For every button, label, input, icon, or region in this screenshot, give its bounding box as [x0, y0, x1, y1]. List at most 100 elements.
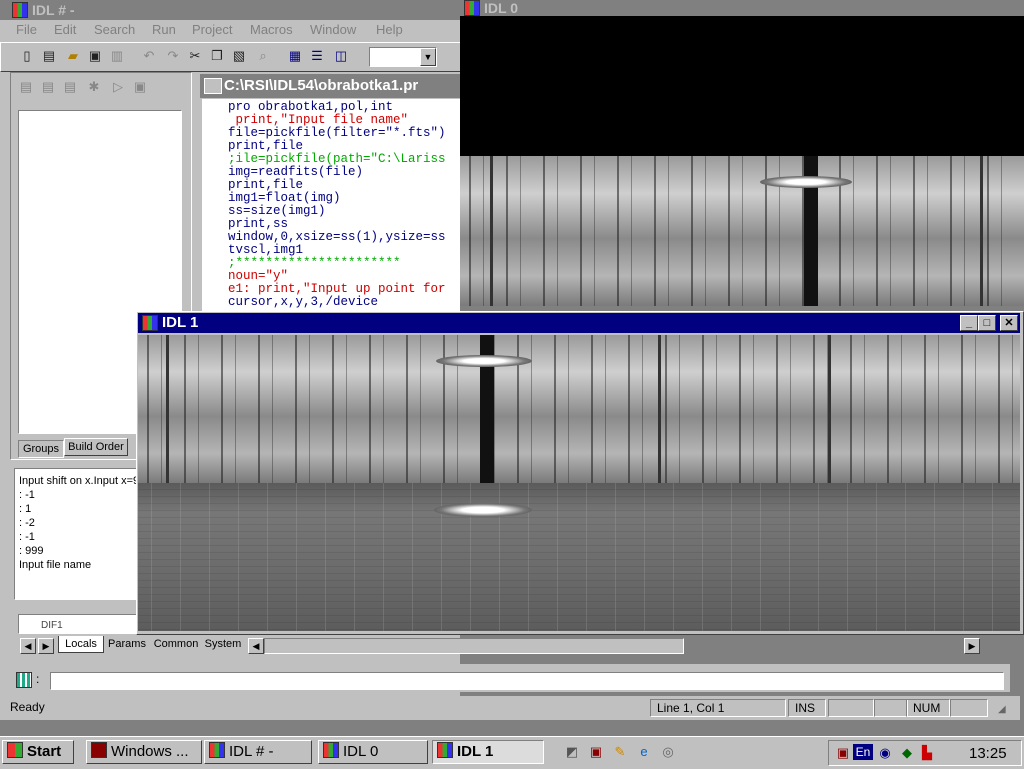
- menu-run[interactable]: Run: [152, 22, 176, 37]
- idl0-spectrum-image[interactable]: [460, 156, 1024, 306]
- toolbar-combo[interactable]: ▼: [369, 47, 437, 67]
- tab-params[interactable]: Params: [104, 636, 150, 652]
- output-log[interactable]: Input shift on x.Input x=9 : -1 : 1 : -2…: [14, 468, 140, 600]
- idl1-upper-spectrum[interactable]: [138, 335, 1020, 483]
- minimize-icon[interactable]: _: [960, 315, 978, 331]
- variable-tab-bar: ◀ ▶ Locals Params Common System ◀ ▶: [18, 636, 1008, 656]
- task-label: Windows ...: [111, 743, 189, 760]
- main-window-title: IDL # -: [32, 2, 75, 18]
- hscroll-thumb[interactable]: [264, 638, 684, 654]
- start-label: Start: [27, 743, 62, 760]
- tile-icon[interactable]: ▦: [287, 48, 303, 64]
- tab-scroll-left-icon[interactable]: ◀: [20, 638, 36, 654]
- tab-system[interactable]: System: [202, 636, 244, 652]
- tray-video-icon[interactable]: ◆: [899, 745, 915, 761]
- find-icon[interactable]: ⌕: [255, 48, 271, 64]
- new-project-icon[interactable]: ▤: [41, 48, 57, 64]
- idl-icon: [323, 742, 339, 758]
- menu-edit[interactable]: Edit: [54, 22, 76, 37]
- chevron-down-icon[interactable]: ▼: [420, 48, 436, 66]
- columns-icon[interactable]: ◫: [333, 48, 349, 64]
- status-ins: INS: [788, 699, 826, 717]
- idl1-window-icon: [142, 315, 158, 331]
- tray-network-icon[interactable]: ◉: [877, 745, 893, 761]
- clock[interactable]: 13:25: [969, 745, 1007, 762]
- show-desktop-icon[interactable]: ◩: [564, 744, 580, 760]
- idl0-window-icon: [464, 0, 480, 16]
- main-toolbar: ▯ ▤ ▰ ▣ ▥ ↶ ↷ ✂ ❐ ▧ ⌕ ▦ ☰ ◫ ▼: [0, 42, 462, 72]
- internet-explorer-icon[interactable]: e: [636, 744, 652, 760]
- hscroll-left-icon[interactable]: ◀: [248, 638, 264, 654]
- close-icon[interactable]: ✕: [1000, 315, 1018, 331]
- language-indicator[interactable]: En: [853, 744, 873, 760]
- menu-file[interactable]: File: [16, 22, 37, 37]
- menu-bar: File Edit Search Run Project Macros Wind…: [0, 20, 460, 40]
- idl0-window-title: IDL 0: [484, 0, 518, 16]
- spectral-line: [658, 335, 661, 483]
- command-input[interactable]: [50, 672, 1004, 690]
- spectral-line: [166, 335, 169, 483]
- tab-common[interactable]: Common: [152, 636, 200, 652]
- floppy-icon: [91, 742, 107, 758]
- task-windows[interactable]: Windows ...: [86, 740, 202, 764]
- tray-antivirus-icon[interactable]: ▙: [919, 745, 935, 761]
- cd-player-icon[interactable]: ◎: [660, 744, 676, 760]
- output-line: : -2: [19, 517, 35, 529]
- maximize-icon[interactable]: □: [978, 315, 996, 331]
- output-line: : -1: [19, 531, 35, 543]
- menu-macros[interactable]: Macros: [250, 22, 293, 37]
- paste-icon[interactable]: ▧: [231, 48, 247, 64]
- editor-title-bar[interactable]: C:\RSI\IDL54\obrabotka1.pr: [200, 74, 460, 98]
- idl-icon: [209, 742, 225, 758]
- task-idl-main[interactable]: IDL # -: [204, 740, 312, 764]
- variable-list[interactable]: DIF1: [18, 614, 140, 634]
- menu-project[interactable]: Project: [192, 22, 232, 37]
- task-idl0[interactable]: IDL 0: [318, 740, 428, 764]
- command-prompt: :: [36, 672, 40, 686]
- task-label: IDL 1: [457, 743, 494, 760]
- windows-logo-icon: [7, 742, 23, 758]
- menu-window[interactable]: Window: [310, 22, 356, 37]
- spectral-line: [980, 156, 983, 306]
- task-label: IDL 0: [343, 743, 379, 760]
- output-line: : 1: [19, 503, 32, 515]
- tray-app-icon[interactable]: ▣: [835, 745, 851, 761]
- start-button[interactable]: Start: [2, 740, 74, 764]
- print-icon[interactable]: ▥: [109, 48, 125, 64]
- tab-groups[interactable]: Groups: [18, 440, 64, 458]
- undo-icon[interactable]: ↶: [141, 48, 157, 64]
- idl1-title-bar[interactable]: IDL 1 _ □ ✕: [138, 313, 1020, 333]
- tab-locals[interactable]: Locals: [58, 636, 104, 653]
- hscroll-right-icon[interactable]: ▶: [964, 638, 980, 654]
- open-icon[interactable]: ▰: [65, 48, 81, 64]
- idl1-lower-spectrum[interactable]: [138, 483, 1020, 631]
- menu-search[interactable]: Search: [94, 22, 135, 37]
- output-line: Input file name: [19, 559, 92, 571]
- quick-save-icon[interactable]: ▣: [588, 744, 604, 760]
- command-icon: [16, 672, 32, 688]
- quick-launch-icon[interactable]: ✎: [612, 744, 628, 760]
- idl0-title-bar[interactable]: IDL 0: [460, 0, 1024, 16]
- tab-build-order[interactable]: Build Order: [64, 438, 128, 456]
- idl1-window-title: IDL 1: [162, 314, 199, 331]
- menu-help[interactable]: Help: [376, 22, 403, 37]
- system-tray: ▣ En ◉ ◆ ▙ 13:25: [828, 740, 1022, 766]
- output-line: Input shift on x.Input x=9: [19, 475, 140, 487]
- new-file-icon[interactable]: ▯: [19, 48, 35, 64]
- status-num: NUM: [906, 699, 950, 717]
- save-icon[interactable]: ▣: [87, 48, 103, 64]
- redo-icon[interactable]: ↷: [165, 48, 181, 64]
- copy-icon[interactable]: ❐: [209, 48, 225, 64]
- status-blank-2: [874, 699, 908, 717]
- output-line: : 999: [19, 545, 44, 557]
- main-title-bar[interactable]: IDL # -: [0, 0, 460, 20]
- cut-icon[interactable]: ✂: [187, 48, 203, 64]
- task-idl1[interactable]: IDL 1: [432, 740, 544, 764]
- tab-scroll-right-icon[interactable]: ▶: [38, 638, 54, 654]
- code-editor[interactable]: pro obrabotka1,pol,int print,"Input file…: [202, 99, 460, 314]
- resize-grip-icon[interactable]: ◢: [998, 704, 1006, 715]
- cascade-icon[interactable]: ☰: [309, 48, 325, 64]
- status-bar: Ready Line 1, Col 1 INS NUM ◢: [0, 696, 1020, 720]
- idl-icon: [437, 742, 453, 758]
- code-line: cursor,x,y,3,/device: [228, 295, 379, 309]
